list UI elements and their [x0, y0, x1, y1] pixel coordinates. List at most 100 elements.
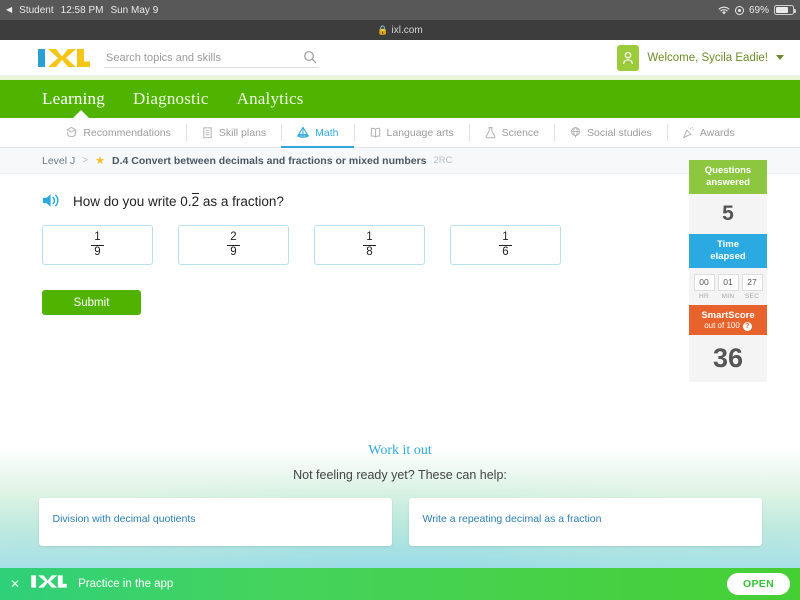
timer-seconds-label: SEC [744, 292, 760, 300]
search-box[interactable] [104, 48, 319, 68]
app-banner-logo [31, 574, 67, 594]
location-icon [734, 5, 744, 15]
timer-minutes: 01 [717, 273, 739, 291]
questions-answered-title-2: answered [706, 176, 750, 188]
awards-icon [682, 126, 695, 139]
tab-skill-plans[interactable]: Skill plans [185, 118, 281, 147]
nav-item-diagnostic[interactable]: Diagnostic [133, 89, 209, 109]
smartscore-body: 36 [689, 335, 767, 383]
lock-icon: 🔒 [377, 24, 389, 35]
questions-answered-value: 5 [722, 201, 734, 225]
subject-tabs: Recommendations Skill plans Math Languag… [0, 118, 800, 148]
fraction: 1 9 [91, 230, 104, 259]
timer-hours-label: HR [699, 292, 709, 300]
questions-answered-body: 5 [689, 193, 767, 234]
help-card[interactable]: Write a repeating decimal as a fraction [408, 498, 762, 546]
url-text[interactable]: ixl.com [392, 25, 423, 36]
fraction-denominator: 9 [227, 244, 240, 260]
question-text-after: as a fraction? [199, 193, 284, 209]
site-header: Welcome, Sycila Eadie! [0, 40, 800, 76]
question-text-before: How do you write 0. [73, 193, 192, 209]
smartscore-subtitle: out of 100 [704, 321, 740, 331]
nav-item-analytics[interactable]: Analytics [237, 89, 304, 109]
tab-label: Social studies [587, 126, 652, 139]
answer-choice[interactable]: 2 9 [178, 225, 289, 265]
breadcrumb-level[interactable]: Level J [42, 155, 75, 167]
work-it-out-cards: Division with decimal quotients Write a … [0, 498, 800, 546]
chevron-down-icon[interactable] [776, 55, 784, 60]
ixl-practice-page: ◀ Student 12:58 PM Sun May 9 69% 🔒 ixl.c… [0, 0, 800, 600]
timer-seconds: 27 [741, 273, 763, 291]
welcome-label[interactable]: Welcome, Sycila Eadie! [647, 52, 768, 64]
answer-choice[interactable]: 1 9 [42, 225, 153, 265]
tab-label: Awards [699, 126, 735, 139]
help-card[interactable]: Division with decimal quotients [38, 498, 392, 546]
questions-answered-header: Questions answered [689, 160, 767, 194]
tab-language-arts[interactable]: Language arts [353, 118, 469, 147]
app-promo-banner: ✕ Practice in the app OPEN [0, 568, 800, 600]
breadcrumb-separator: > [82, 155, 89, 166]
timer-minutes-label: MIN [721, 292, 735, 300]
language-arts-icon [369, 126, 382, 139]
fraction-numerator: 1 [366, 230, 373, 243]
status-bar-right: 69% [718, 4, 796, 16]
tab-recommendations[interactable]: Recommendations [50, 118, 186, 147]
star-icon[interactable]: ★ [95, 154, 105, 167]
user-menu[interactable]: Welcome, Sycila Eadie! [617, 44, 784, 71]
search-icon[interactable] [303, 50, 317, 69]
back-arrow-icon[interactable]: ◀ [6, 6, 12, 14]
speaker-icon[interactable] [42, 192, 62, 209]
status-bar-left: ◀ Student 12:58 PM Sun May 9 [6, 5, 158, 16]
fraction-denominator: 8 [363, 244, 376, 260]
open-app-button[interactable]: OPEN [727, 573, 790, 595]
tab-social-studies[interactable]: Social studies [554, 118, 667, 147]
tab-label: Language arts [386, 126, 454, 139]
primary-nav: Learning Diagnostic Analytics [0, 80, 800, 119]
battery-icon [774, 5, 796, 15]
timer-values: 00 01 27 [692, 273, 764, 291]
work-it-out-subtitle: Not feeling ready yet? These can help: [293, 468, 507, 482]
smartscore-value: 36 [712, 343, 744, 374]
fraction: 1 8 [363, 230, 376, 260]
tab-label: Math [315, 126, 339, 139]
time-elapsed-header: Time elapsed [689, 233, 767, 268]
question-row: How do you write 0.2 as a fraction? [42, 192, 800, 209]
fraction-numerator: 2 [230, 230, 237, 243]
fraction-numerator: 1 [94, 230, 101, 243]
browser-url-bar[interactable]: 🔒 ixl.com [0, 20, 800, 40]
help-icon[interactable]: ? [742, 321, 752, 331]
submit-button[interactable]: Submit [42, 290, 141, 315]
skill-plans-icon [201, 126, 214, 139]
wifi-icon [718, 6, 730, 15]
breadcrumb: Level J > ★ D.4 Convert between decimals… [0, 148, 800, 174]
timer-labels: HR MIN SEC [692, 293, 764, 300]
breadcrumb-skill-code: 2RC [433, 155, 453, 166]
tab-math[interactable]: Math [281, 118, 354, 148]
search-input[interactable] [104, 48, 319, 68]
score-sidebar: Questions answered 5 Time elapsed 00 01 … [689, 160, 767, 383]
nav-item-learning[interactable]: Learning [42, 89, 105, 109]
recommendations-icon [65, 126, 78, 139]
repeating-digit: 2 [191, 192, 200, 209]
tab-science[interactable]: Science [468, 118, 554, 147]
tab-awards[interactable]: Awards [666, 118, 750, 147]
answer-choices: 1 9 2 9 1 8 1 6 [42, 225, 800, 265]
math-icon [296, 126, 310, 139]
timer-hours: 00 [693, 273, 715, 291]
breadcrumb-skill-title: D.4 Convert between decimals and fractio… [112, 154, 427, 167]
fraction-denominator: 6 [499, 244, 512, 260]
time-elapsed-title-1: Time [716, 238, 739, 250]
ixl-logo[interactable] [38, 47, 90, 69]
battery-percent: 69% [748, 4, 769, 16]
answer-choice[interactable]: 1 6 [450, 225, 561, 265]
tab-label: Science [501, 126, 540, 139]
app-banner-text: Practice in the app [78, 578, 174, 590]
questions-answered-title-1: Questions [704, 165, 752, 176]
social-studies-icon [569, 126, 582, 139]
smartscore-title: SmartScore [701, 309, 755, 321]
user-avatar-icon[interactable] [617, 44, 640, 71]
close-icon[interactable]: ✕ [10, 577, 20, 591]
status-back-label[interactable]: Student [19, 5, 53, 16]
status-time: 12:58 PM [60, 4, 104, 16]
answer-choice[interactable]: 1 8 [314, 225, 425, 265]
